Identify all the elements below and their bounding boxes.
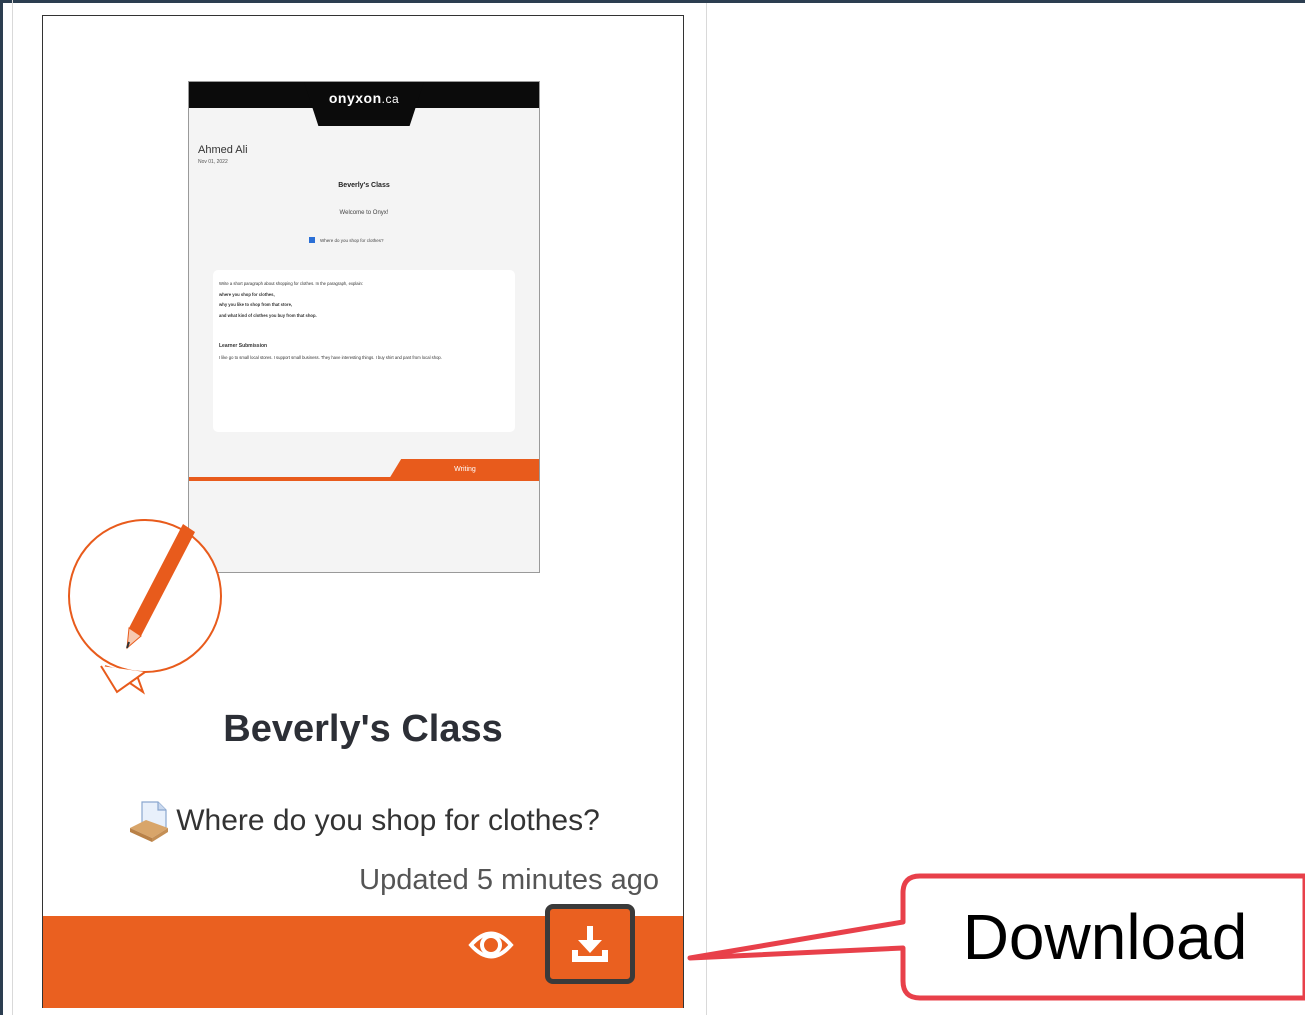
view-eye-icon[interactable] [468, 924, 514, 966]
pencil-icon [68, 518, 222, 695]
thumbnail-welcome: Welcome to Onyx! [339, 210, 389, 216]
thumbnail-category-tab: Writing [389, 459, 539, 479]
activity-row[interactable]: Where do you shop for clothes? [43, 798, 683, 844]
thumbnail-point: and what kind of clothes you buy from th… [219, 312, 317, 318]
thumbnail-point: where you shop for clothes, [219, 291, 275, 297]
window-left-border [0, 0, 3, 1015]
thumbnail-user-name: Ahmed Ali [198, 144, 248, 156]
class-card: onyxon.ca Ahmed Ali Nov 01, 2022 Beverly… [42, 15, 684, 1008]
updated-timestamp: Updated 5 minutes ago [359, 864, 659, 896]
window-top-border [0, 0, 1305, 3]
activity-title: Where do you shop for clothes? [176, 804, 600, 837]
document-thumbnail[interactable]: onyxon.ca Ahmed Ali Nov 01, 2022 Beverly… [188, 81, 540, 573]
assignment-icon [130, 801, 169, 842]
thumbnail-question: Where do you shop for clothes? [309, 237, 384, 243]
download-button[interactable] [545, 904, 635, 984]
thumbnail-submission-heading: Learner Submission [219, 343, 268, 350]
thumbnail-point: why you like to shop from that store, [219, 302, 293, 308]
thumbnail-prompt: Write a short paragraph about shopping f… [219, 281, 364, 286]
callout-label: Download [962, 901, 1248, 973]
card-title[interactable]: Beverly's Class [43, 708, 683, 751]
column-left-divider [12, 0, 13, 1015]
document-icon [309, 237, 315, 243]
download-icon [572, 926, 608, 962]
thumbnail-content-box: Write a short paragraph about shopping f… [213, 270, 515, 432]
thumbnail-submission-text: I like go to small local stores. I suppo… [219, 354, 442, 360]
column-divider [706, 3, 707, 1015]
brand-logo: onyxon.ca [328, 90, 400, 106]
thumbnail-logo-tab: onyxon.ca [304, 82, 424, 126]
thumbnail-class-name: Beverly's Class [338, 182, 390, 189]
thumbnail-date: Nov 01, 2022 [198, 159, 228, 165]
